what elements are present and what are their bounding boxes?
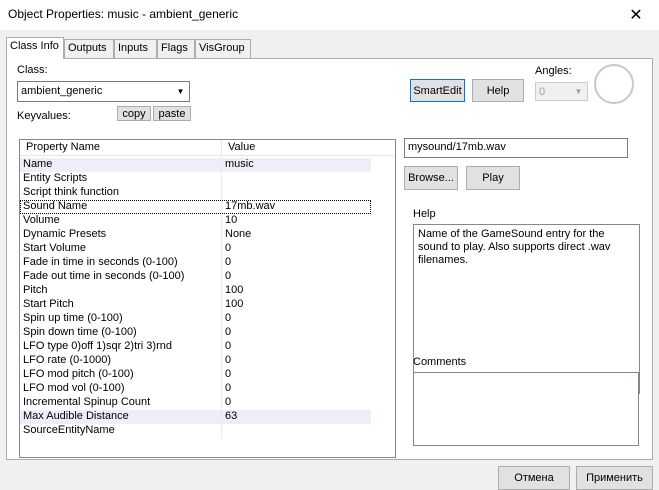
- help-group-label: Help: [413, 208, 436, 220]
- table-row[interactable]: Spin up time (0-100) 0: [20, 312, 371, 326]
- keyvalues-label: Keyvalues:: [17, 110, 71, 122]
- table-row[interactable]: Entity Scripts: [20, 172, 371, 186]
- table-row[interactable]: SourceEntityName: [20, 424, 371, 438]
- browse-button[interactable]: Browse...: [404, 166, 458, 190]
- table-row[interactable]: LFO mod pitch (0-100) 0: [20, 368, 371, 382]
- close-icon[interactable]: ✕: [613, 0, 659, 30]
- play-button[interactable]: Play: [466, 166, 520, 190]
- help-button[interactable]: Help: [472, 79, 524, 102]
- table-row[interactable]: Name music: [20, 158, 371, 172]
- copy-button[interactable]: copy: [117, 106, 151, 121]
- table-row[interactable]: Start Volume 0: [20, 242, 371, 256]
- table-row[interactable]: LFO type 0)off 1)sqr 2)tri 3)rnd 0: [20, 340, 371, 354]
- window-title: Object Properties: music - ambient_gener…: [8, 7, 239, 21]
- table-row[interactable]: Pitch 100: [20, 284, 371, 298]
- class-label: Class:: [17, 64, 48, 76]
- comments-textarea[interactable]: [413, 372, 639, 446]
- grid-scrollbar[interactable]: [378, 156, 395, 457]
- angles-label: Angles:: [535, 65, 572, 77]
- angles-value: 0: [539, 86, 546, 98]
- table-row[interactable]: LFO mod vol (0-100) 0: [20, 382, 371, 396]
- help-text: Name of the GameSound entry for the soun…: [413, 224, 640, 394]
- table-row[interactable]: Volume 10: [20, 214, 371, 228]
- table-row[interactable]: Spin down time (0-100) 0: [20, 326, 371, 340]
- column-header-property[interactable]: Property Name: [20, 140, 222, 156]
- title-bar: Object Properties: music - ambient_gener…: [0, 0, 659, 30]
- class-value: ambient_generic: [21, 85, 103, 97]
- sound-path-field[interactable]: mysound/17mb.wav: [404, 138, 628, 158]
- table-row[interactable]: Max Audible Distance 63: [20, 410, 371, 424]
- table-row[interactable]: Dynamic Presets None: [20, 228, 371, 242]
- table-row[interactable]: Fade out time in seconds (0-100) 0: [20, 270, 371, 284]
- table-row[interactable]: Script think function: [20, 186, 371, 200]
- table-row[interactable]: LFO rate (0-1000) 0: [20, 354, 371, 368]
- tab-flags[interactable]: Flags: [157, 39, 195, 58]
- table-row[interactable]: Incremental Spinup Count 0: [20, 396, 371, 410]
- table-row[interactable]: Start Pitch 100: [20, 298, 371, 312]
- comments-group-label: Comments: [413, 356, 467, 368]
- tab-class-info[interactable]: Class Info: [6, 37, 64, 59]
- class-info-panel: Class: ambient_generic ▼ Keyvalues: copy…: [6, 58, 653, 460]
- tab-inputs[interactable]: Inputs: [114, 39, 157, 58]
- column-header-value[interactable]: Value: [222, 140, 395, 156]
- paste-button[interactable]: paste: [153, 106, 191, 121]
- chevron-down-icon[interactable]: ▼: [571, 84, 586, 99]
- grid-header: Property Name Value: [20, 140, 395, 156]
- table-row[interactable]: Sound Name 17mb.wav: [20, 200, 371, 214]
- smartedit-button[interactable]: SmartEdit: [410, 79, 465, 102]
- angles-combobox[interactable]: 0 ▼: [535, 82, 588, 101]
- tab-visgroup[interactable]: VisGroup: [195, 39, 251, 58]
- angle-dial[interactable]: [594, 64, 634, 104]
- tab-outputs[interactable]: Outputs: [64, 39, 114, 58]
- chevron-down-icon[interactable]: ▼: [173, 83, 188, 100]
- apply-button[interactable]: Применить: [576, 466, 653, 490]
- cancel-button[interactable]: Отмена: [498, 466, 570, 490]
- table-row[interactable]: Fade in time in seconds (0-100) 0: [20, 256, 371, 270]
- class-combobox[interactable]: ambient_generic ▼: [17, 81, 190, 102]
- keyvalues-grid: Property Name Value Name music Entity Scr…: [19, 139, 396, 458]
